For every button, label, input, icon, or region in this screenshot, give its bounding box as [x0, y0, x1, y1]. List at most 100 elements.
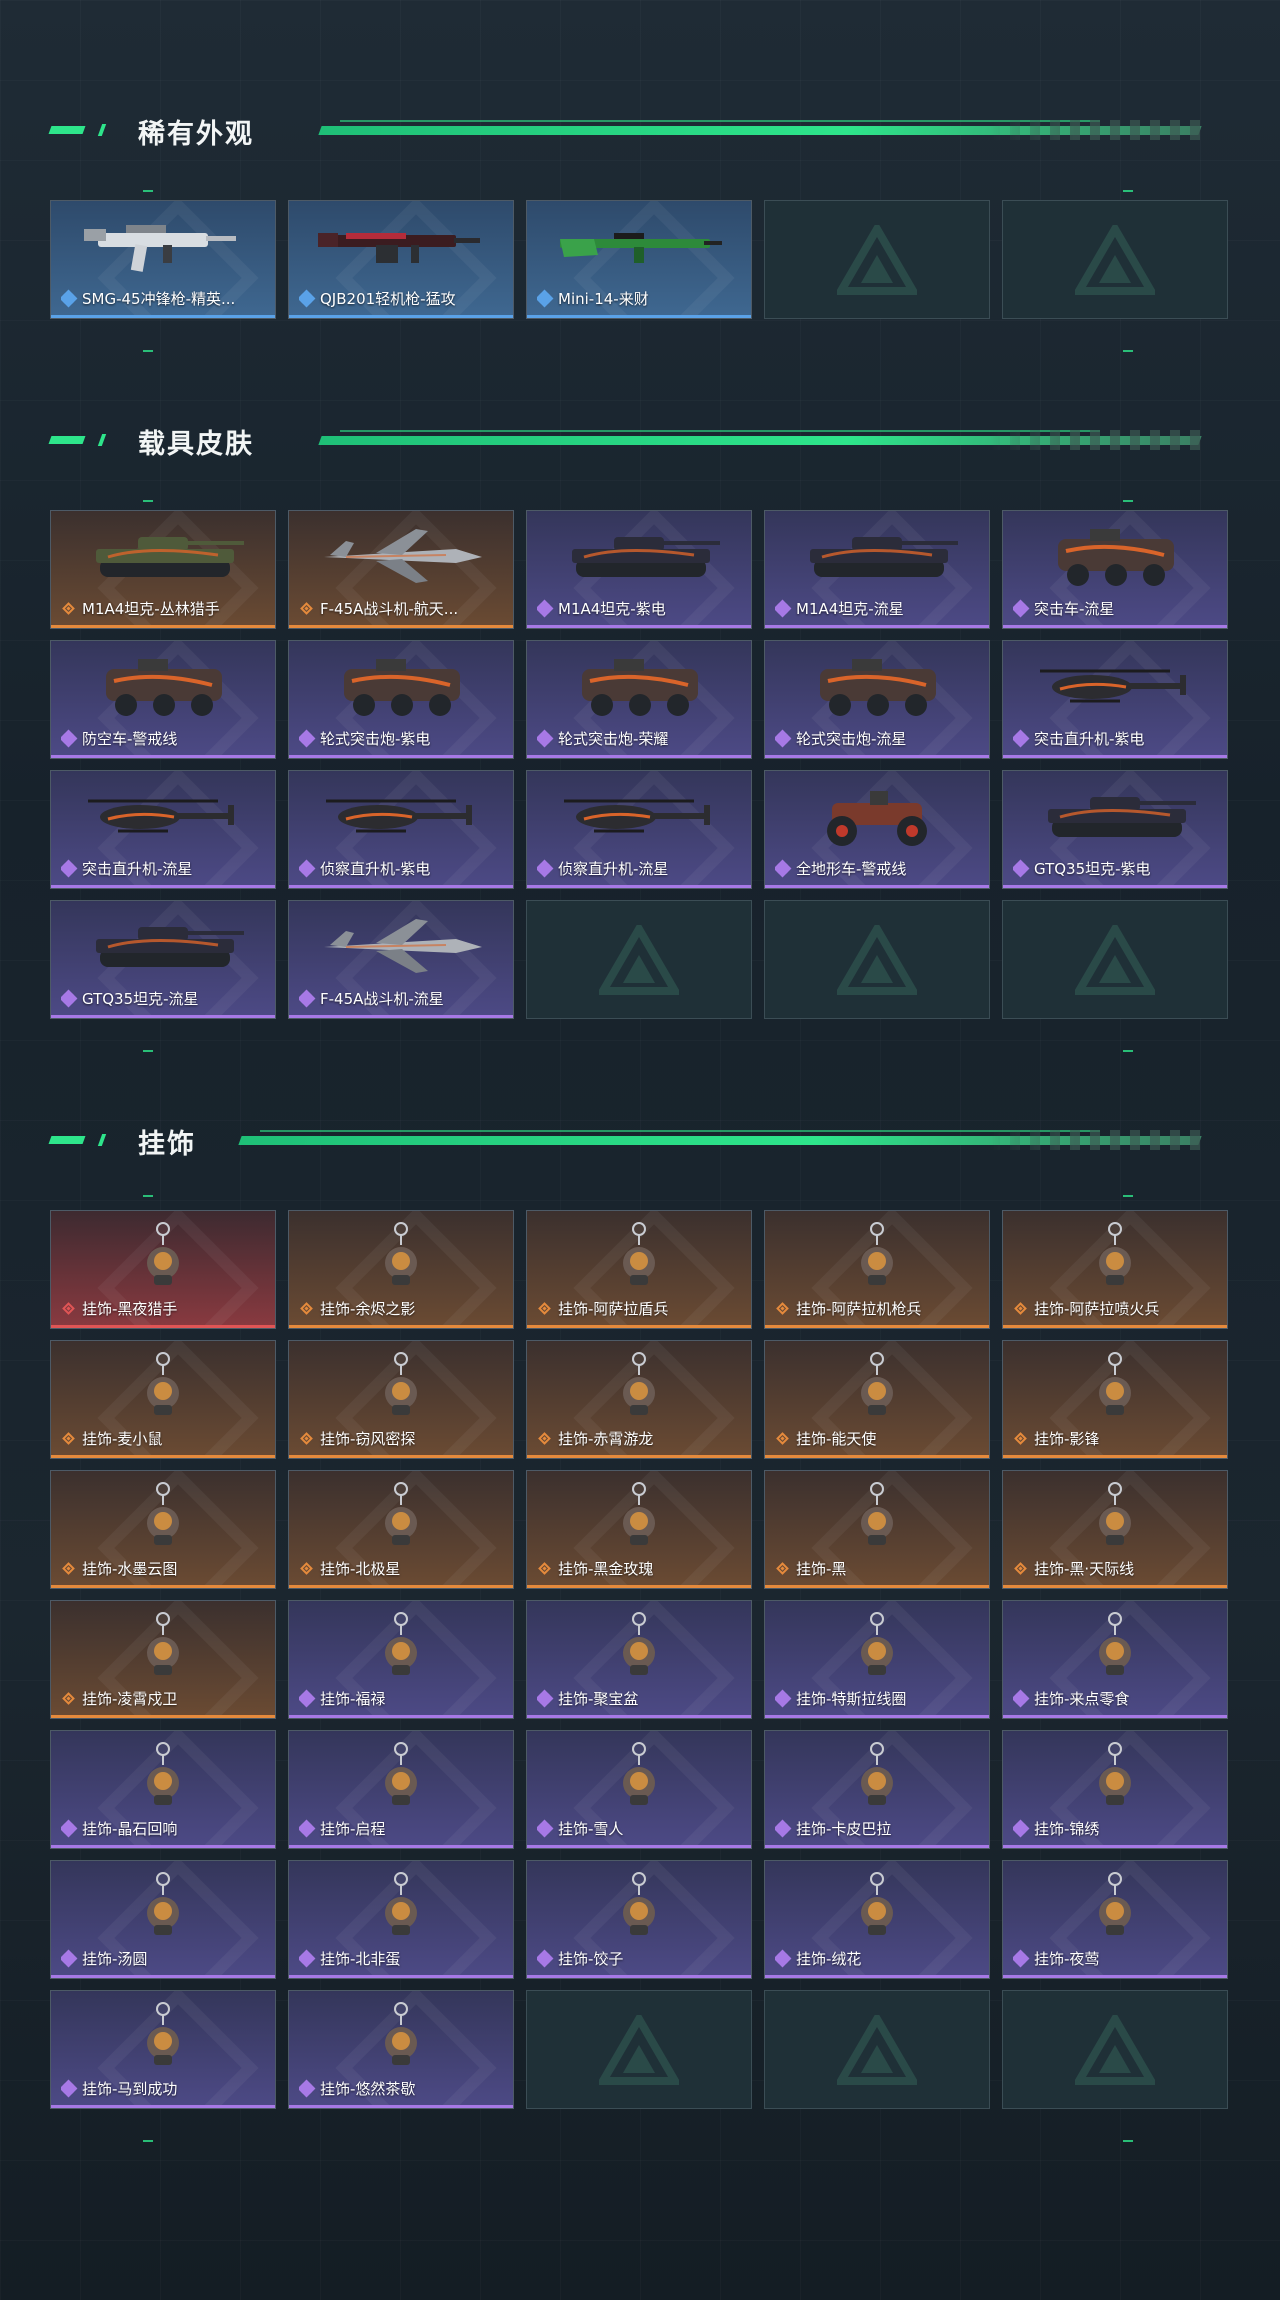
item-card[interactable]: 挂饰-卡皮巴拉: [764, 1730, 990, 1849]
section-bottom-tick: [1123, 350, 1133, 352]
empty-item-slot: [764, 900, 990, 1019]
corner-tick: [143, 1195, 153, 1197]
empty-slot-logo-icon: [599, 924, 679, 995]
item-card[interactable]: GTQ35坦克-紫电: [1002, 770, 1228, 889]
purple-rarity-icon: [61, 859, 78, 877]
item-card[interactable]: 全地形车-警戒线: [764, 770, 990, 889]
rarity-bar: [289, 625, 513, 628]
purple-rarity-icon: [775, 1689, 792, 1707]
item-card[interactable]: 挂饰-影锋: [1002, 1340, 1228, 1459]
item-card[interactable]: 挂饰-黑: [764, 1470, 990, 1589]
item-card[interactable]: 突击车-流星: [1002, 510, 1228, 629]
charm-icon: [73, 1609, 253, 1683]
item-card[interactable]: 挂饰-余烬之影: [288, 1210, 514, 1329]
item-card[interactable]: 轮式突击炮-流星: [764, 640, 990, 759]
item-card[interactable]: SMG-45冲锋枪-精英...: [50, 200, 276, 319]
item-card[interactable]: 挂饰-悠然茶歇: [288, 1990, 514, 2109]
item-card[interactable]: 挂饰-来点零食: [1002, 1600, 1228, 1719]
rarity-bar: [289, 1015, 513, 1018]
item-card[interactable]: 挂饰-福禄: [288, 1600, 514, 1719]
item-card[interactable]: 挂饰-水墨云图: [50, 1470, 276, 1589]
item-card[interactable]: 挂饰-能天使: [764, 1340, 990, 1459]
header-thin-line: [340, 430, 1100, 432]
smg-icon: [73, 209, 253, 283]
item-card[interactable]: 挂饰-绒花: [764, 1860, 990, 1979]
blue-rarity-icon: [299, 289, 316, 307]
item-card[interactable]: 挂饰-窃风密探: [288, 1340, 514, 1459]
item-card[interactable]: 挂饰-饺子: [526, 1860, 752, 1979]
item-card[interactable]: 挂饰-启程: [288, 1730, 514, 1849]
purple-rarity-icon: [537, 1819, 554, 1837]
section-title: 稀有外观: [138, 119, 254, 150]
item-card[interactable]: 挂饰-麦小鼠: [50, 1340, 276, 1459]
item-card[interactable]: 挂饰-黑金玫瑰: [526, 1470, 752, 1589]
purple-rarity-icon: [299, 989, 316, 1007]
charm-icon: [73, 1219, 253, 1293]
rarity-bar: [289, 1975, 513, 1978]
item-card[interactable]: 突击直升机-紫电: [1002, 640, 1228, 759]
item-label: 挂饰-黑·天际线: [1013, 1558, 1221, 1579]
empty-slot-logo-icon: [837, 924, 917, 995]
corner-tick: [1123, 1195, 1133, 1197]
rarity-bar: [51, 315, 275, 318]
rarity-bar: [527, 1845, 751, 1848]
orange-rarity-icon: [537, 1431, 553, 1447]
item-card[interactable]: QJB201轻机枪-猛攻: [288, 200, 514, 319]
rarity-bar: [289, 755, 513, 758]
item-card[interactable]: 侦察直升机-紫电: [288, 770, 514, 889]
item-card[interactable]: M1A4坦克-紫电: [526, 510, 752, 629]
item-card[interactable]: 轮式突击炮-荣耀: [526, 640, 752, 759]
header-accent-tick: [97, 434, 107, 446]
item-card[interactable]: 挂饰-凌霄戍卫: [50, 1600, 276, 1719]
purple-rarity-icon: [1013, 859, 1030, 877]
header-checker-pattern: [990, 120, 1200, 140]
item-card[interactable]: M1A4坦克-丛林猎手: [50, 510, 276, 629]
item-name: M1A4坦克-丛林猎手: [82, 600, 220, 618]
item-card[interactable]: 挂饰-阿萨拉喷火兵: [1002, 1210, 1228, 1329]
item-card[interactable]: 挂饰-北非蛋: [288, 1860, 514, 1979]
purple-rarity-icon: [61, 989, 78, 1007]
item-label: GTQ35坦克-紫电: [1013, 858, 1221, 879]
item-card[interactable]: 挂饰-黑·天际线: [1002, 1470, 1228, 1589]
empty-slot-logo-icon: [837, 224, 917, 295]
purple-rarity-icon: [299, 1689, 316, 1707]
item-name: 挂饰-启程: [320, 1820, 386, 1838]
item-card[interactable]: 侦察直升机-流星: [526, 770, 752, 889]
section-header: 挂饰: [0, 1120, 1280, 1160]
rarity-bar: [1003, 1845, 1227, 1848]
charm-icon: [549, 1869, 729, 1943]
item-card[interactable]: 突击直升机-流星: [50, 770, 276, 889]
item-card[interactable]: 挂饰-黑夜猎手: [50, 1210, 276, 1329]
item-card[interactable]: 挂饰-阿萨拉机枪兵: [764, 1210, 990, 1329]
item-card[interactable]: 轮式突击炮-紫电: [288, 640, 514, 759]
item-card[interactable]: M1A4坦克-流星: [764, 510, 990, 629]
item-card[interactable]: 挂饰-汤圆: [50, 1860, 276, 1979]
lmg-icon: [311, 209, 491, 283]
item-card[interactable]: F-45A战斗机-流星: [288, 900, 514, 1019]
item-label: 挂饰-阿萨拉喷火兵: [1013, 1298, 1221, 1319]
item-label: 挂饰-影锋: [1013, 1428, 1221, 1449]
item-card[interactable]: 挂饰-夜莺: [1002, 1860, 1228, 1979]
item-card[interactable]: F-45A战斗机-航天...: [288, 510, 514, 629]
item-card[interactable]: 挂饰-雪人: [526, 1730, 752, 1849]
item-card[interactable]: 挂饰-晶石回响: [50, 1730, 276, 1849]
item-card[interactable]: GTQ35坦克-流星: [50, 900, 276, 1019]
purple-rarity-icon: [61, 2079, 78, 2097]
item-card[interactable]: 挂饰-特斯拉线圈: [764, 1600, 990, 1719]
tank-icon: [73, 909, 253, 983]
item-card[interactable]: 挂饰-赤霄游龙: [526, 1340, 752, 1459]
charm-icon: [787, 1349, 967, 1423]
tank-icon: [73, 519, 253, 593]
empty-slot-logo-icon: [599, 2014, 679, 2085]
item-card[interactable]: Mini-14-来财: [526, 200, 752, 319]
item-card[interactable]: 挂饰-锦绣: [1002, 1730, 1228, 1849]
item-label: 挂饰-北非蛋: [299, 1948, 507, 1969]
item-card[interactable]: 挂饰-马到成功: [50, 1990, 276, 2109]
item-card[interactable]: 挂饰-阿萨拉盾兵: [526, 1210, 752, 1329]
item-card[interactable]: 挂饰-北极星: [288, 1470, 514, 1589]
item-card[interactable]: 防空车-警戒线: [50, 640, 276, 759]
item-card[interactable]: 挂饰-聚宝盆: [526, 1600, 752, 1719]
purple-rarity-icon: [299, 1819, 316, 1837]
rarity-bar: [289, 1845, 513, 1848]
corner-tick: [143, 190, 153, 192]
